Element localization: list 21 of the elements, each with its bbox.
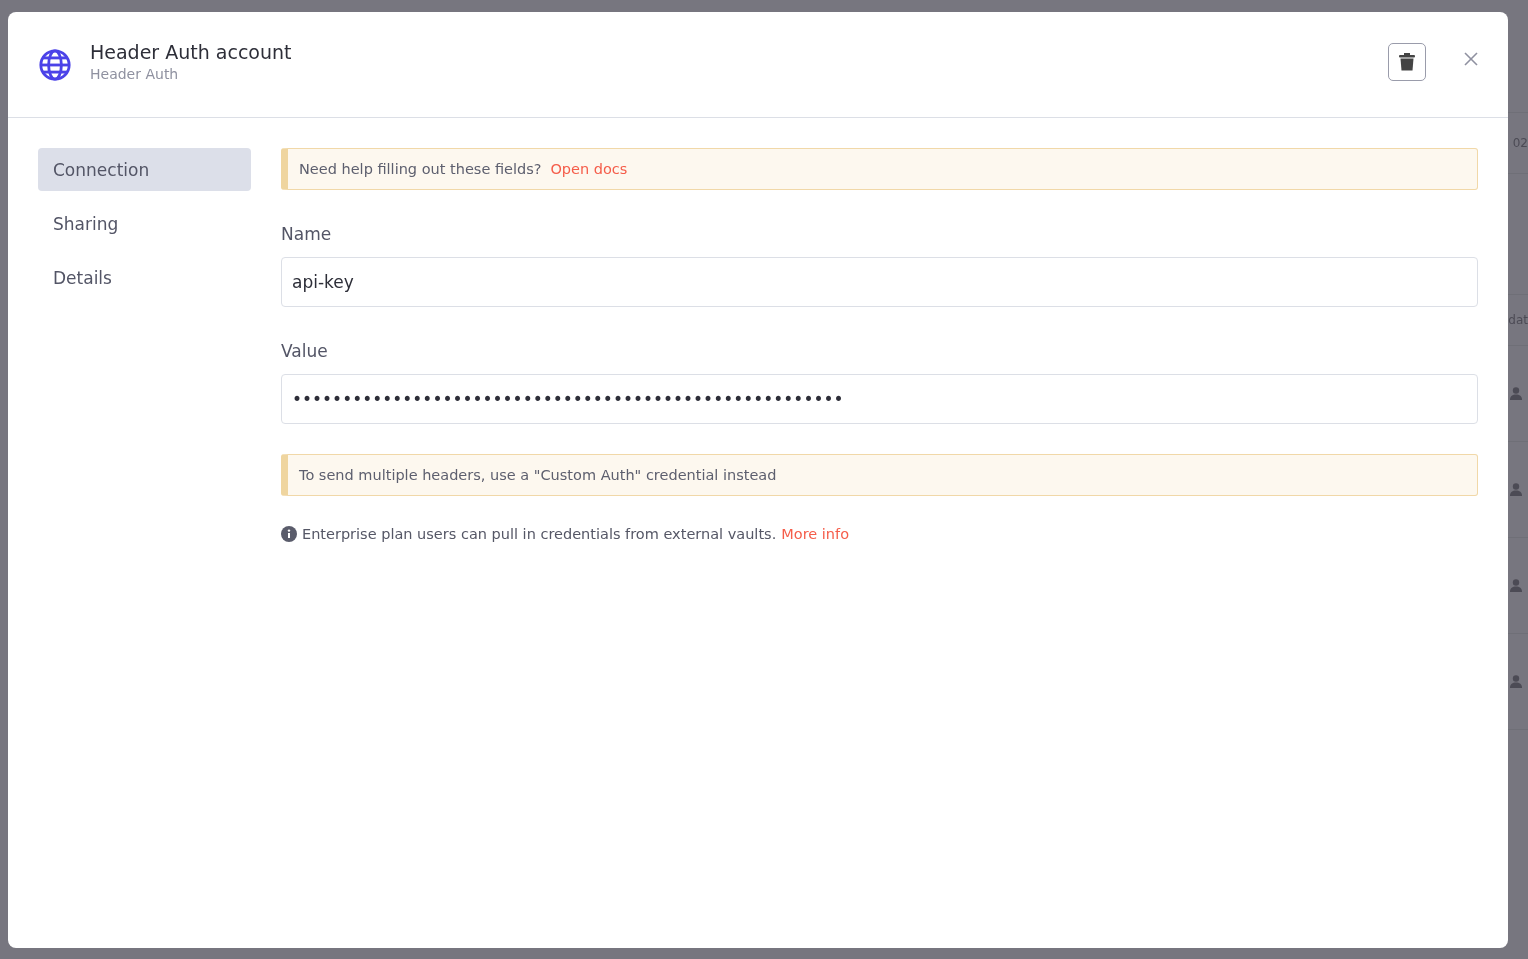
- sidebar-tab[interactable]: Sharing: [38, 202, 251, 245]
- user-icon: [1510, 675, 1522, 688]
- info-text: Enterprise plan users can pull in credentials from external vaults.: [302, 526, 777, 542]
- trash-icon: [1399, 52, 1415, 71]
- input-field[interactable]: •••••••••••••••••••••••••••••••••••••••••••••••••••••••: [281, 374, 1478, 424]
- field-label: Name: [281, 224, 333, 244]
- sidebar-tab[interactable]: Connection: [38, 148, 251, 191]
- field-label: Value: [281, 341, 329, 361]
- user-icon: [1510, 579, 1522, 592]
- delete-button[interactable]: [1388, 42, 1426, 81]
- modal-title: Header Auth account: [90, 41, 293, 63]
- close-button[interactable]: [1464, 51, 1478, 66]
- info-icon: [281, 526, 297, 542]
- notice-text: Need help filling out these fields?: [299, 161, 542, 177]
- sidebar-tab[interactable]: Details: [38, 256, 251, 299]
- user-icon: [1510, 387, 1522, 400]
- user-icon: [1510, 483, 1522, 496]
- globe-icon: [38, 47, 72, 82]
- modal-subtitle: Header Auth: [90, 66, 180, 82]
- input-field[interactable]: api-key: [281, 257, 1478, 307]
- notice-text: To send multiple headers, use a "Custom Auth" credential instead: [299, 467, 777, 483]
